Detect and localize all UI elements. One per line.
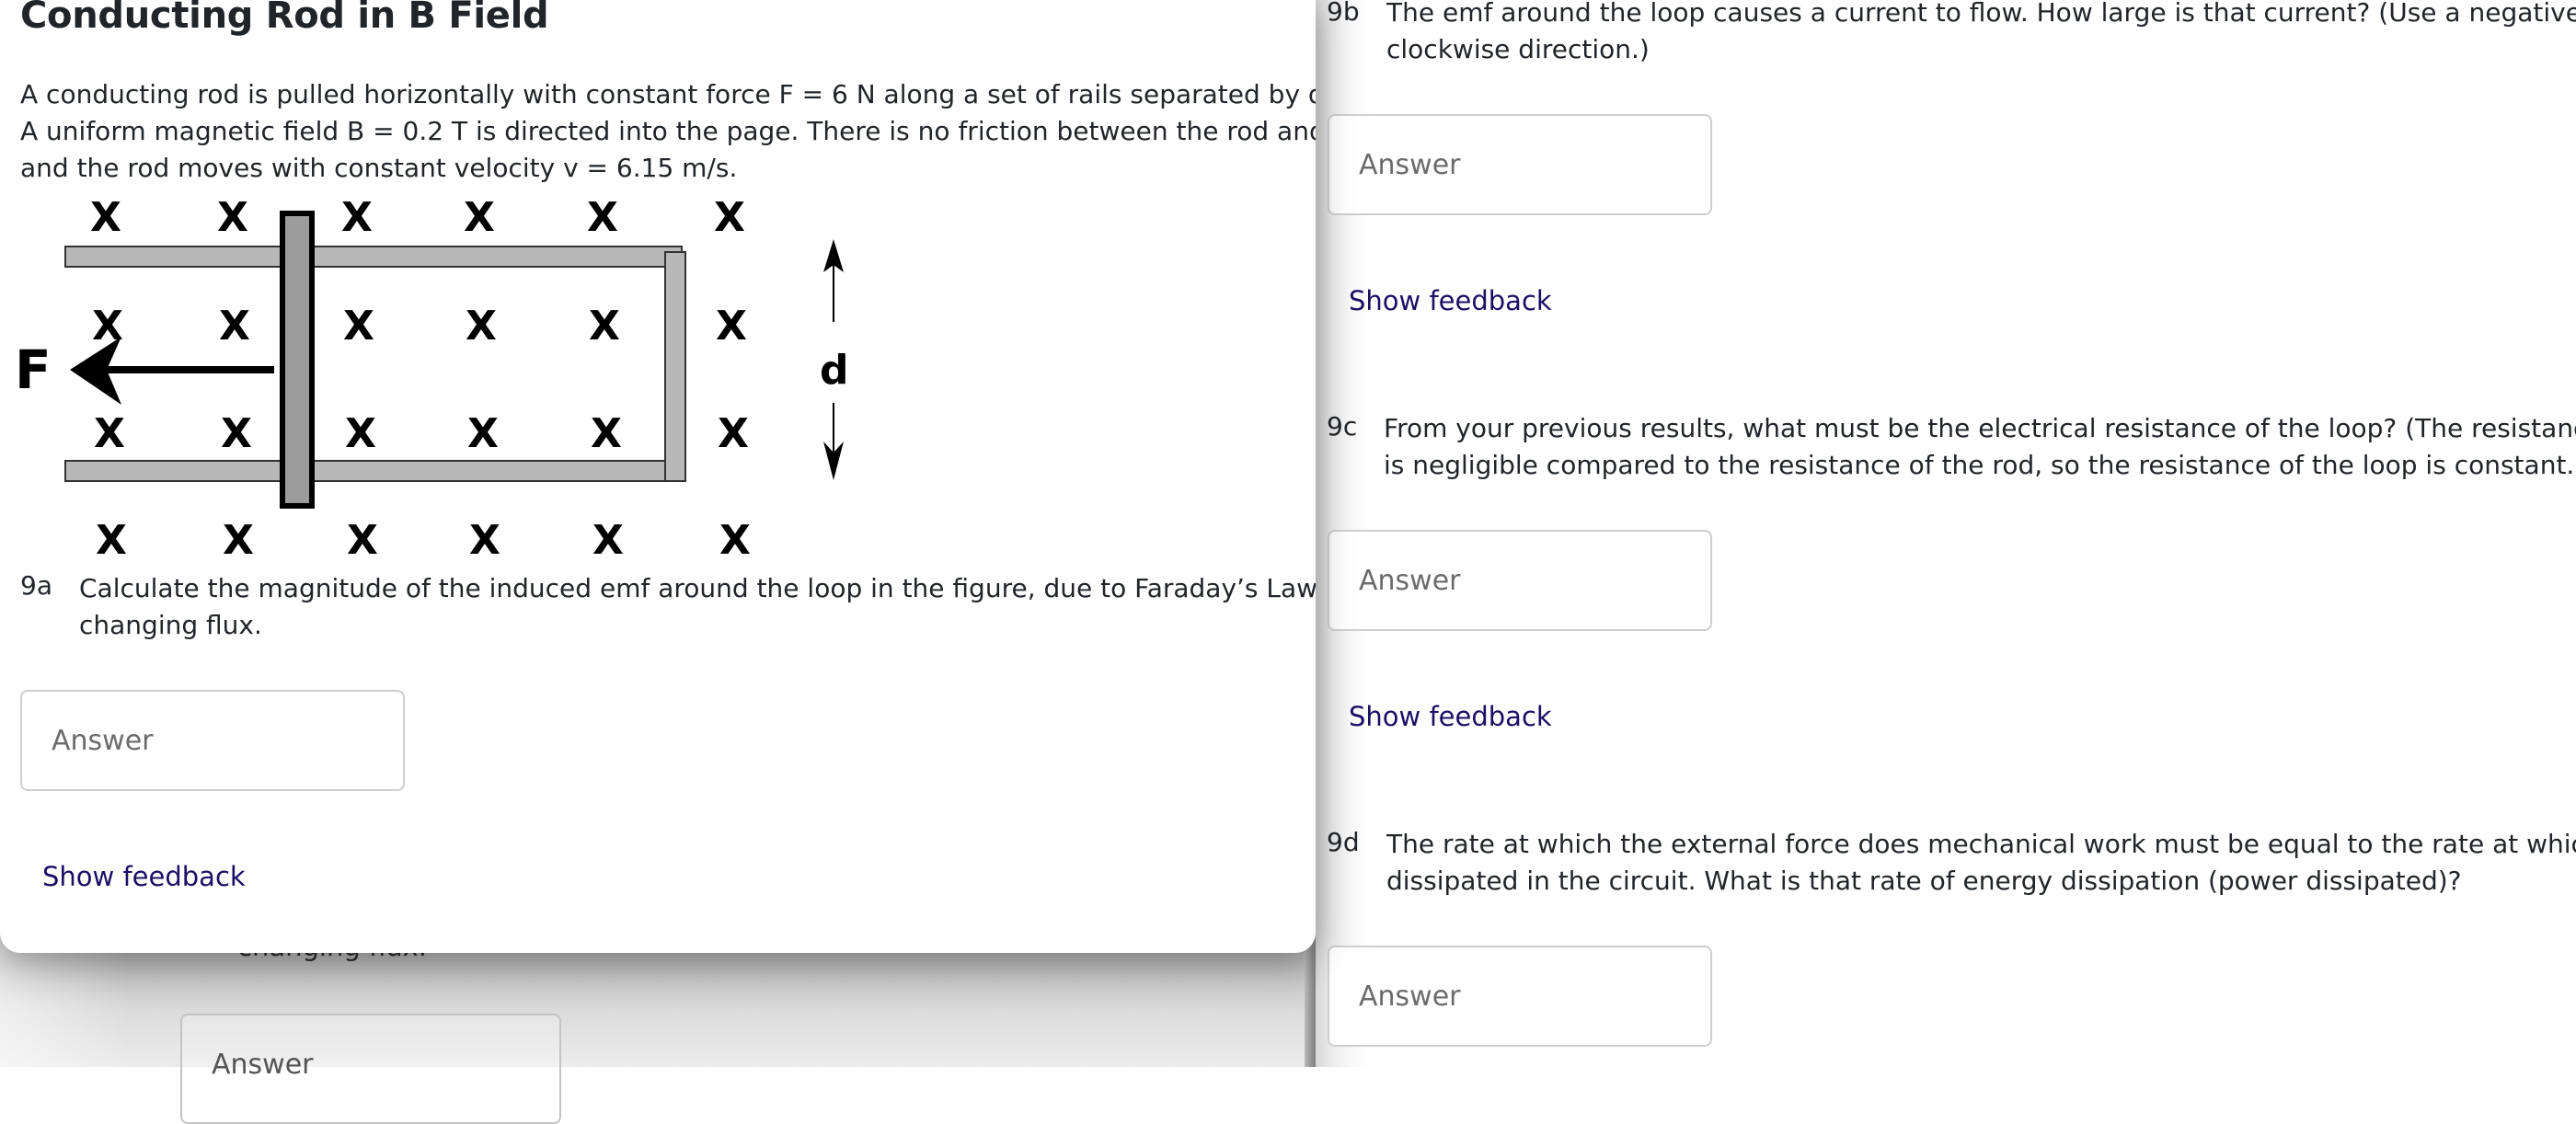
show-feedback-link-9c[interactable]: Show feedback [1349, 701, 1552, 732]
question-number: 9b [1327, 0, 1360, 27]
page-title: Conducting Rod in B Field [20, 0, 549, 37]
field-mark-x: X [221, 410, 252, 457]
question-number: 9c [1327, 411, 1358, 442]
force-label: F [15, 338, 52, 401]
field-mark-x: X [714, 194, 745, 241]
field-mark-x: X [719, 517, 751, 561]
background-answer-field: Answer [180, 1014, 561, 1124]
background-answer-placeholder: Answer [212, 1049, 314, 1081]
field-mark-x: X [343, 303, 374, 350]
field-mark-x: X [94, 410, 125, 457]
question-text: The rate at which the external force doe… [1386, 829, 2576, 896]
field-mark-x: X [90, 194, 121, 241]
show-feedback-link-9b[interactable]: Show feedback [1349, 285, 1552, 316]
conducting-rod [280, 211, 315, 509]
question-number: 9d [1327, 827, 1360, 857]
show-feedback-link-9a[interactable]: Show feedback [42, 861, 246, 892]
question-text: Calculate the magnitude of the induced e… [79, 573, 1316, 640]
question-number: 9a [20, 570, 52, 601]
questions-panel: 9b The emf around the loop causes a curr… [1316, 0, 2576, 1067]
problem-description: A conducting rod is pulled horizontally … [20, 79, 1316, 183]
field-mark-x: X [92, 303, 123, 350]
field-mark-x: X [219, 303, 250, 350]
question-text: The emf around the loop causes a current… [1386, 0, 2576, 64]
diagram-canvas: F d X X X X X X X X X X X X X X X X X X X X X X X X [15, 194, 849, 561]
bottom-rail [64, 460, 683, 482]
field-mark-x: X [469, 517, 500, 561]
question-text: From your previous results, what must be… [1384, 413, 2576, 480]
field-mark-x: X [341, 194, 373, 241]
field-mark-x: X [718, 410, 749, 457]
rail-end-connector [664, 251, 686, 482]
field-mark-x: X [591, 410, 622, 457]
field-mark-x: X [217, 194, 248, 241]
answer-input-9d[interactable] [1328, 946, 1712, 1047]
separation-label: d [820, 347, 849, 394]
field-mark-x: X [716, 303, 747, 350]
rod-rail-diagram: F d X X X X X X X X X X X X X X X X X X X X X X X X [0, 175, 883, 561]
field-mark-x: X [587, 194, 618, 241]
field-mark-x: X [589, 303, 620, 350]
floating-question-card: Conducting Rod in B Field A conducting r… [0, 0, 1316, 953]
answer-input-9b[interactable] [1328, 114, 1712, 215]
field-mark-x: X [467, 410, 499, 457]
answer-input-9a[interactable] [20, 690, 405, 791]
field-mark-x: X [223, 517, 254, 561]
field-mark-x: X [347, 517, 378, 561]
top-rail [64, 246, 683, 268]
answer-input-9c[interactable] [1328, 530, 1712, 631]
field-mark-x: X [464, 194, 495, 241]
field-mark-x: X [96, 517, 127, 561]
field-mark-x: X [592, 517, 624, 561]
field-mark-x: X [466, 303, 497, 350]
field-mark-x: X [345, 410, 376, 457]
